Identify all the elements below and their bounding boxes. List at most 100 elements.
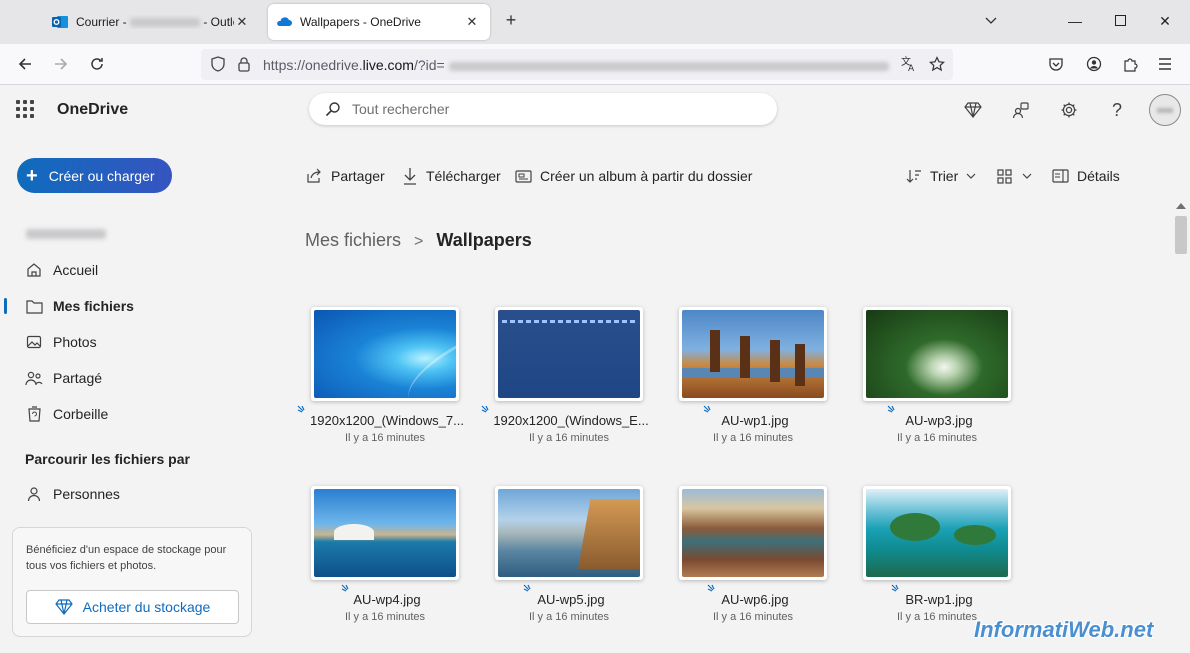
- search-icon: [325, 102, 340, 117]
- close-window-icon[interactable]: ✕: [1154, 10, 1176, 32]
- maximize-icon[interactable]: [1109, 10, 1131, 32]
- minimize-icon[interactable]: —: [1064, 10, 1086, 32]
- scrollbar-thumb[interactable]: [1175, 216, 1187, 254]
- file-thumbnail[interactable]: [311, 307, 459, 401]
- avatar[interactable]: [1149, 94, 1181, 126]
- sidebar-item-label: Photos: [53, 334, 97, 350]
- file-modified: Il y a 16 minutes: [712, 611, 794, 623]
- pocket-icon[interactable]: [1045, 53, 1067, 75]
- close-tab-icon[interactable]: ✕: [234, 14, 250, 30]
- breadcrumb-separator-icon: >: [414, 233, 424, 250]
- tab-onedrive-wallpapers[interactable]: Wallpapers - OneDrive ✕: [268, 4, 490, 40]
- sidebar-item-recycle-bin[interactable]: Corbeille: [0, 400, 270, 428]
- sidebar-item-home[interactable]: Accueil: [0, 256, 270, 284]
- sort-icon: [906, 170, 921, 183]
- close-tab-icon[interactable]: ✕: [464, 14, 480, 30]
- breadcrumb-current: Wallpapers: [436, 230, 532, 250]
- sidebar-item-label: Corbeille: [53, 406, 109, 422]
- file-modified: Il y a 16 minutes: [344, 432, 426, 444]
- create-or-upload-button[interactable]: + Créer ou charger: [17, 158, 172, 193]
- file-name[interactable]: 1920x1200_(Windows_E...: [487, 413, 655, 428]
- file-thumbnail[interactable]: [863, 307, 1011, 401]
- person-icon: [25, 485, 43, 503]
- app-menu-icon[interactable]: [1154, 53, 1176, 75]
- translate-icon[interactable]: 文A: [898, 53, 920, 75]
- file-name[interactable]: AU-wp6.jpg: [671, 592, 839, 607]
- sidebar-item-people[interactable]: Personnes: [0, 480, 270, 508]
- url-text: https://onedrive.live.com/?id=: [263, 57, 889, 73]
- svg-text:A: A: [908, 64, 915, 73]
- account-icon[interactable]: [1083, 53, 1105, 75]
- lock-icon[interactable]: [233, 53, 255, 75]
- tab-title: Courrier - - Outloo: [76, 15, 234, 29]
- file-modified: Il y a 16 minutes: [344, 611, 426, 623]
- search-input[interactable]: [352, 99, 752, 119]
- create-album-button[interactable]: Créer un album à partir du dossier: [515, 166, 752, 186]
- file-thumbnail[interactable]: [495, 307, 643, 401]
- bookmark-star-icon[interactable]: [926, 53, 948, 75]
- file-name[interactable]: AU-wp5.jpg: [487, 592, 655, 607]
- file-thumbnail[interactable]: [863, 486, 1011, 580]
- browser-nav-bar: https://onedrive.live.com/?id= 文A: [0, 44, 1190, 85]
- sidebar-item-photos[interactable]: Photos: [0, 328, 270, 356]
- file-thumbnail[interactable]: [311, 486, 459, 580]
- sidebar-item-shared[interactable]: Partagé: [0, 364, 270, 392]
- forward-icon[interactable]: [50, 53, 72, 75]
- browser-tab-bar: Courrier - - Outloo ✕ Wallpapers - OneDr…: [0, 0, 1190, 44]
- tile-view-icon: [997, 168, 1012, 184]
- file-name[interactable]: BR-wp1.jpg: [855, 592, 1023, 607]
- photos-icon: [25, 333, 43, 351]
- back-icon[interactable]: [14, 53, 36, 75]
- buy-storage-label: Acheter du stockage: [82, 599, 211, 615]
- file-thumbnail[interactable]: [495, 486, 643, 580]
- premium-diamond-icon: [54, 599, 73, 615]
- file-name[interactable]: 1920x1200_(Windows_7...: [303, 413, 471, 428]
- plus-icon: +: [26, 164, 38, 187]
- tab-outlook-mail[interactable]: Courrier - - Outloo ✕: [44, 4, 260, 40]
- file-name[interactable]: AU-wp4.jpg: [303, 592, 471, 607]
- breadcrumb-root[interactable]: Mes fichiers: [305, 230, 401, 250]
- download-icon: [404, 168, 416, 185]
- file-thumbnail[interactable]: [679, 307, 827, 401]
- file-name[interactable]: AU-wp3.jpg: [855, 413, 1023, 428]
- scroll-up-icon[interactable]: [1176, 203, 1186, 209]
- watermark-logo: InformatiWeb.net: [974, 617, 1154, 642]
- outlook-icon: [52, 16, 68, 28]
- details-pane-icon: [1052, 169, 1069, 183]
- file-thumbnail[interactable]: [679, 486, 827, 580]
- download-button[interactable]: Télécharger: [402, 166, 501, 186]
- premium-diamond-icon[interactable]: [962, 99, 984, 121]
- app-name[interactable]: OneDrive: [57, 101, 128, 119]
- sidebar-item-label: Accueil: [53, 262, 99, 278]
- reload-icon[interactable]: [86, 53, 108, 75]
- details-button[interactable]: Détails: [1052, 166, 1120, 186]
- address-bar[interactable]: https://onedrive.live.com/?id= 文A: [201, 49, 953, 80]
- app-launcher-icon[interactable]: [16, 100, 34, 118]
- vertical-scrollbar[interactable]: [1172, 200, 1190, 653]
- sidebar-item-label: Personnes: [53, 486, 120, 502]
- home-icon: [25, 261, 43, 279]
- file-modified: Il y a 16 minutes: [712, 432, 794, 444]
- onedrive-icon: [277, 17, 292, 26]
- share-button[interactable]: Partager: [306, 166, 385, 186]
- search-box[interactable]: [309, 93, 777, 125]
- recycle-bin-icon: [25, 405, 43, 423]
- storage-promo: Bénéficiez d'un espace de stockage pour …: [12, 527, 252, 637]
- settings-gear-icon[interactable]: [1058, 99, 1080, 121]
- file-name[interactable]: AU-wp1.jpg: [671, 413, 839, 428]
- tutorial-icon[interactable]: [1010, 99, 1032, 121]
- help-icon[interactable]: ?: [1106, 99, 1128, 121]
- tracking-shield-icon[interactable]: [207, 53, 229, 75]
- app-header: OneDrive ?: [0, 85, 1190, 135]
- sidebar-item-my-files[interactable]: Mes fichiers: [0, 292, 270, 320]
- create-label: Créer ou charger: [48, 167, 155, 184]
- file-modified: Il y a 16 minutes: [528, 432, 610, 444]
- buy-storage-button[interactable]: Acheter du stockage: [26, 590, 239, 624]
- redacted-user-name: [26, 229, 106, 239]
- sort-button[interactable]: Trier: [906, 166, 976, 186]
- tab-list-chevron-icon[interactable]: [980, 10, 1002, 32]
- promo-text: Bénéficiez d'un espace de stockage pour …: [26, 544, 227, 572]
- view-options-button[interactable]: [997, 166, 1032, 186]
- extensions-icon[interactable]: [1119, 53, 1141, 75]
- new-tab-button[interactable]: +: [500, 10, 522, 32]
